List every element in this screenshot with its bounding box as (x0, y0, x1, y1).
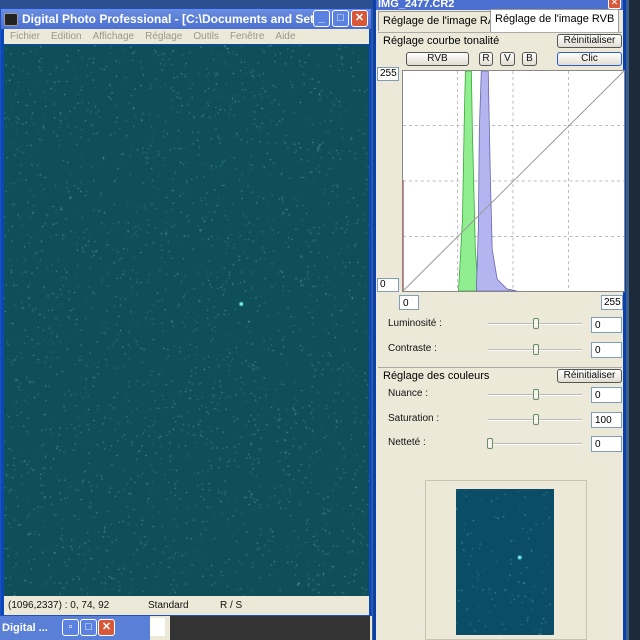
restore-button[interactable]: ▫ (62, 619, 79, 636)
menu-bar: Fichier Edition Affichage Réglage Outils… (4, 29, 369, 44)
window-title: Digital Photo Professional - [C:\Documen… (22, 12, 325, 26)
mode: R / S (220, 600, 243, 611)
sharpness-thumb[interactable] (487, 438, 493, 449)
maximize-button[interactable]: □ (332, 10, 349, 27)
contrast-input[interactable]: 0 (591, 342, 622, 358)
channel-rvb-button[interactable]: RVB (406, 52, 469, 66)
camera-icon (4, 12, 18, 26)
brightness-input[interactable]: 0 (591, 317, 622, 333)
minimize-button[interactable]: _ (313, 10, 330, 27)
menu-affichage[interactable]: Affichage (93, 31, 135, 42)
main-window: Digital Photo Professional - [C:\Documen… (0, 8, 372, 616)
saturation-label: Saturation : (388, 413, 440, 424)
navigator-thumbnail[interactable] (456, 489, 554, 635)
sharpness-slider[interactable] (487, 438, 582, 449)
channel-r-button[interactable]: R (479, 52, 493, 66)
maximize-button-2[interactable]: □ (80, 619, 97, 636)
menu-reglage[interactable]: Réglage (145, 31, 182, 42)
color-reset-button[interactable]: Réinitialiser (557, 369, 622, 383)
curve-header-label: Réglage courbe tonalité (383, 35, 500, 47)
y-max-label: 255 (377, 67, 399, 81)
curve-reset-button[interactable]: Réinitialiser (557, 34, 622, 48)
background-window-edge (629, 0, 640, 640)
hue-label: Nuance : (388, 388, 429, 399)
clic-button[interactable]: Clic (557, 52, 622, 66)
minimized-window[interactable]: Digital ... ▫ □ ✕ (0, 616, 150, 640)
tab-rvb[interactable]: Réglage de l'image RVB (490, 9, 620, 32)
hue-slider[interactable] (488, 389, 582, 400)
menu-outils[interactable]: Outils (193, 31, 219, 42)
input-white-point[interactable]: 255 (601, 295, 623, 310)
navigator-frame (425, 480, 587, 640)
input-black-point[interactable]: 0 (399, 295, 419, 310)
channel-v-button[interactable]: V (500, 52, 515, 66)
photo-view[interactable] (4, 45, 369, 596)
tone-curve-histogram[interactable] (402, 70, 625, 292)
sharpness-input[interactable]: 0 (591, 436, 622, 452)
status-bar: (1096,2337) : 0, 74, 92 Standard R / S (4, 596, 369, 615)
sharpness-label: Netteté : (388, 437, 426, 448)
pixel-readout: (1096,2337) : 0, 74, 92 (8, 600, 110, 611)
contrast-slider[interactable] (488, 344, 582, 355)
hue-input[interactable]: 0 (591, 387, 622, 403)
contrast-thumb[interactable] (533, 344, 539, 355)
contrast-label: Contraste : (388, 343, 437, 354)
brightness-slider[interactable] (488, 318, 582, 329)
minimized-title: Digital ... (2, 622, 48, 634)
saturation-thumb[interactable] (533, 414, 539, 425)
filmstrip (170, 616, 370, 640)
brightness-thumb[interactable] (533, 318, 539, 329)
close-button-2[interactable]: ✕ (98, 619, 115, 636)
tool-palette: IMG_2477.CR2 ✕ Réglage de l'image RAW Ré… (373, 0, 626, 640)
menu-aide[interactable]: Aide (275, 31, 295, 42)
menu-fenetre[interactable]: Fenêtre (230, 31, 264, 42)
palette-close-button[interactable]: ✕ (608, 0, 621, 9)
menu-fichier[interactable]: Fichier (10, 31, 40, 42)
saturation-input[interactable]: 100 (591, 412, 622, 428)
close-button[interactable]: ✕ (351, 10, 368, 27)
hue-thumb[interactable] (533, 389, 539, 400)
brightness-label: Luminosité : (388, 318, 442, 329)
title-bar[interactable]: Digital Photo Professional - [C:\Documen… (1, 9, 371, 29)
color-header-label: Réglage des couleurs (383, 370, 490, 382)
saturation-slider[interactable] (488, 414, 582, 425)
channel-b-button[interactable]: B (522, 52, 537, 66)
menu-edition[interactable]: Edition (51, 31, 82, 42)
y-min-label: 0 (377, 278, 399, 292)
picture-style: Standard (148, 600, 189, 611)
